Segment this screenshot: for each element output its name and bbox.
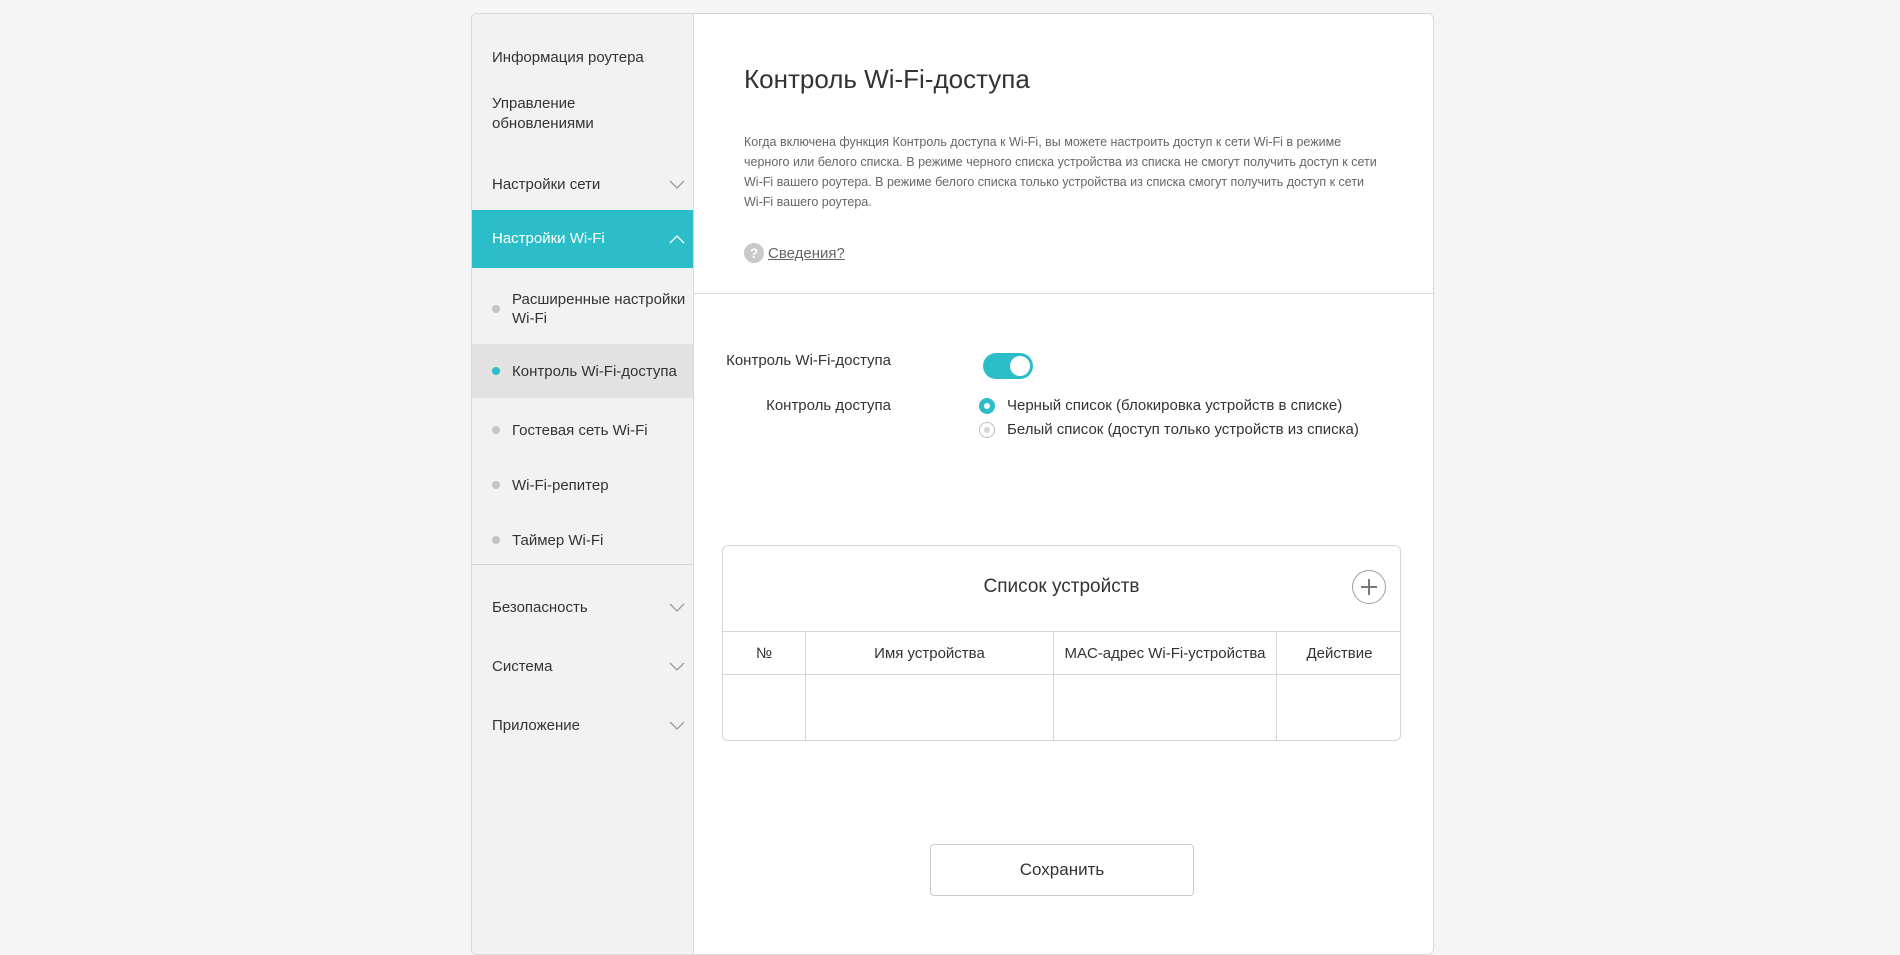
chevron-down-icon [669,662,685,671]
column-header-number: № [723,631,806,675]
column-header-action: Действие [1276,631,1400,675]
sidebar-subitem-advanced-wifi[interactable]: Расширенные настройки Wi-Fi [472,284,693,334]
sidebar-item-wifi-settings[interactable]: Настройки Wi-Fi [472,210,693,268]
sidebar-divider [472,564,693,565]
page-title: Контроль Wi-Fi-доступа [744,64,1030,94]
whitelist-radio[interactable]: Белый список (доступ только устройств из… [979,421,1359,438]
whitelist-radio-label: Белый список (доступ только устройств из… [1007,421,1359,438]
chevron-down-icon [669,721,685,730]
sidebar-item-application[interactable]: Приложение [472,702,693,750]
sidebar-item-security[interactable]: Безопасность [472,584,693,632]
chevron-down-icon [669,603,685,612]
sidebar-subitem-wifi-access-control[interactable]: Контроль Wi-Fi-доступа [472,344,693,398]
sidebar-item-system[interactable]: Система [472,643,693,691]
sidebar-item-label: Настройки Wi-Fi [492,230,605,247]
sidebar-item-label: Безопасность [492,599,588,616]
bullet-dot-icon [492,305,500,313]
sidebar-item-label: Система [492,658,553,675]
sidebar: Информация роутера Управление обновления… [472,14,694,954]
question-icon: ? [744,243,764,263]
main-content: Контроль Wi-Fi-доступа Когда включена фу… [694,14,1433,954]
device-list-card: Список устройств № Имя устройства MAC-ад… [722,545,1401,741]
sidebar-item-update-management[interactable]: Управление обновлениями [472,90,693,138]
details-link[interactable]: ? Сведения? [744,243,845,263]
radio-checked-icon [979,397,995,414]
settings-panel: Информация роутера Управление обновления… [471,13,1434,955]
sidebar-item-label: Управление обновлениями [492,95,594,132]
sidebar-item-label: Информация роутера [492,49,644,66]
details-link-label: Сведения? [768,244,845,262]
bullet-dot-icon [492,367,500,375]
column-header-device-name: Имя устройства [805,631,1054,675]
sidebar-item-router-info[interactable]: Информация роутера [472,34,693,82]
add-device-button[interactable] [1352,570,1386,604]
sidebar-subitem-label: Контроль Wi-Fi-доступа [512,362,677,380]
wifi-access-control-label: Контроль Wi-Fi-доступа [726,352,891,369]
sidebar-subitem-wifi-timer[interactable]: Таймер Wi-Fi [472,519,693,561]
bullet-dot-icon [492,426,500,434]
bullet-dot-icon [492,536,500,544]
sidebar-subitem-label: Wi-Fi-репитер [512,476,609,494]
page-description: Когда включена функция Контроль доступа … [744,135,1377,209]
chevron-up-icon [669,235,685,244]
sidebar-subitem-wifi-repeater[interactable]: Wi-Fi-репитер [472,464,693,506]
chevron-down-icon [669,180,685,189]
sidebar-item-label: Настройки сети [492,176,601,193]
sidebar-subitem-label: Гостевая сеть Wi-Fi [512,421,648,439]
empty-table-row [723,674,1400,740]
column-header-mac-address: MAC-адрес Wi-Fi-устройства [1053,631,1277,675]
sidebar-subitem-label: Таймер Wi-Fi [512,531,604,549]
sidebar-item-label: Приложение [492,717,580,734]
blacklist-radio-label: Черный список (блокировка устройств в сп… [1007,397,1343,414]
wifi-access-control-toggle[interactable] [983,353,1033,379]
bullet-dot-icon [492,481,500,489]
section-divider [694,293,1433,294]
device-list-title: Список устройств [983,576,1140,597]
device-table: № Имя устройства MAC-адрес Wi-Fi-устройс… [723,631,1400,740]
save-button[interactable]: Сохранить [930,844,1194,896]
sidebar-item-network-settings[interactable]: Настройки сети [472,161,693,209]
radio-unchecked-icon [979,421,995,438]
access-control-label: Контроль доступа [766,397,891,414]
toggle-knob [1010,356,1030,376]
sidebar-subitem-guest-wifi[interactable]: Гостевая сеть Wi-Fi [472,409,693,451]
sidebar-subitem-label: Расширенные настройки Wi-Fi [512,291,686,327]
blacklist-radio[interactable]: Черный список (блокировка устройств в сп… [979,397,1342,414]
